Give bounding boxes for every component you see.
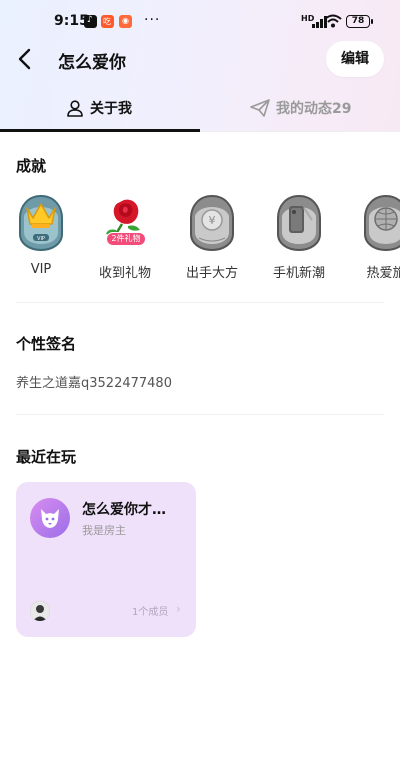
achievements-title: 成就: [16, 157, 47, 175]
chevron-right-icon: ›: [176, 602, 181, 616]
phone-badge-icon: [277, 194, 321, 252]
tiktok-notification-icon: [84, 15, 97, 28]
recent-room-card[interactable]: 怎么爱你才… 我是房主 1个成员 ›: [16, 482, 196, 637]
back-arrow-icon[interactable]: [14, 46, 38, 72]
achievement-trendy-phone[interactable]: 手机新潮: [259, 194, 339, 281]
member-count: 1个成员: [132, 607, 169, 618]
vip-crown-badge-icon: VIP: [19, 194, 63, 252]
member-avatar: [30, 601, 50, 621]
achievement-label: VIP: [30, 262, 52, 277]
achievement-label: 热爱旅: [366, 266, 400, 281]
tab-active-indicator: [0, 129, 200, 132]
status-bar: 9:15 ··· HD 78: [0, 0, 400, 44]
recent-title: 最近在玩: [16, 448, 77, 466]
gift-count-tag: 2件礼物: [106, 232, 146, 246]
achievement-gifts[interactable]: 2件礼物 收到礼物: [85, 194, 165, 281]
app-notification-icon-2: [119, 15, 132, 28]
more-notifications-icon: ···: [144, 12, 161, 28]
svg-text:VIP: VIP: [37, 236, 45, 242]
edit-button[interactable]: 编辑: [326, 41, 384, 77]
tab-about-me[interactable]: 关于我: [66, 94, 132, 122]
signature-title: 个性签名: [16, 335, 77, 353]
svg-text:¥: ¥: [209, 214, 216, 227]
wifi-icon: [324, 14, 342, 28]
room-name: 怎么爱你才…: [82, 502, 166, 518]
achievement-label: 出手大方: [185, 266, 238, 281]
battery-icon: 78: [346, 15, 373, 28]
section-divider: [16, 302, 384, 303]
achievement-label: 手机新潮: [272, 266, 325, 281]
coin-badge-icon: ¥: [190, 194, 234, 252]
wolf-icon: [41, 509, 59, 528]
achievement-generous[interactable]: ¥ 出手大方: [172, 194, 252, 281]
room-avatar: [30, 498, 70, 538]
achievement-travel[interactable]: 热爱旅: [346, 194, 400, 281]
page-title: 怎么爱你: [58, 53, 126, 73]
paper-plane-icon: [250, 99, 270, 117]
tab-my-moments[interactable]: 我的动态29: [250, 94, 351, 122]
section-divider: [16, 414, 384, 415]
achievements-list: VIP VIP 2件礼物 收到礼物 ¥ 出手大方 手机新潮 热爱旅: [0, 194, 400, 284]
achievement-label: 收到礼物: [98, 266, 151, 281]
app-notification-icon: [101, 15, 114, 28]
user-icon: [67, 100, 83, 117]
tab-my-moments-label: 我的动态29: [276, 101, 352, 117]
achievement-vip[interactable]: VIP VIP: [1, 194, 81, 277]
room-role: 我是房主: [82, 524, 126, 537]
signature-text: 养生之道嘉q3522477480: [16, 376, 172, 391]
globe-badge-icon: [364, 194, 400, 252]
tab-about-me-label: 关于我: [90, 101, 132, 117]
